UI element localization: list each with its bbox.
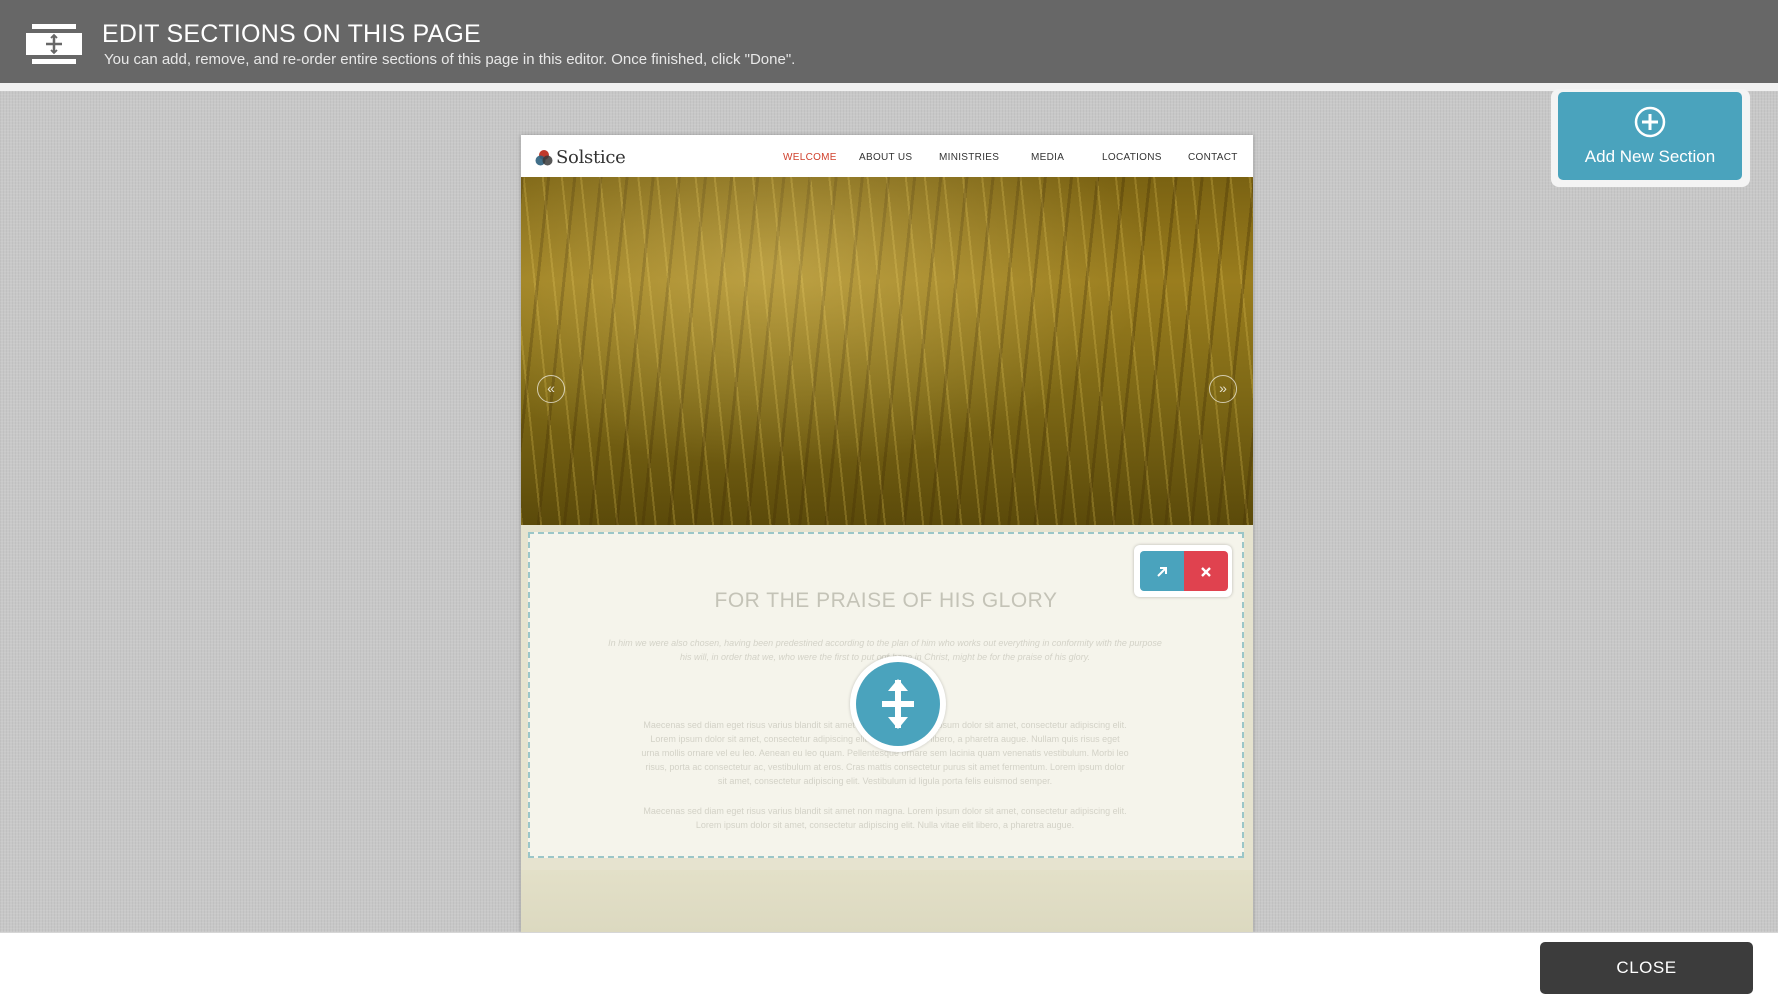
add-new-section-button[interactable]: Add New Section — [1558, 92, 1742, 180]
preview-nav-welcome: WELCOME — [783, 152, 837, 163]
section-paragraph-line: Lorem ipsum dolor sit amet, consectetur … — [695, 820, 1075, 830]
drag-handle-inner — [856, 662, 940, 746]
drag-section-handle[interactable] — [850, 656, 946, 752]
section-paragraph-line: risus, porta ac consectetur ac, vestibul… — [645, 762, 1125, 772]
move-arrows-icon — [882, 679, 914, 729]
logo-text: Solstice — [556, 147, 626, 168]
editor-footer: CLOSE — [0, 932, 1778, 1000]
header-divider — [0, 83, 1778, 91]
preview-navbar: Solstice WELCOME ABOUT US MINISTRIES MED… — [521, 135, 1253, 177]
section-paragraph-line: sit amet, consectetur adipiscing elit. V… — [717, 776, 1053, 786]
section-paragraph-line: Maecenas sed diam eget risus varius blan… — [643, 806, 1127, 816]
preview-nav-media: MEDIA — [1031, 152, 1065, 163]
page-subtitle: You can add, remove, and re-order entire… — [104, 51, 796, 68]
page-preview: Solstice WELCOME ABOUT US MINISTRIES MED… — [521, 135, 1253, 932]
open-section-button[interactable] — [1140, 551, 1184, 591]
solstice-logo-icon — [535, 149, 553, 165]
close-button[interactable]: CLOSE — [1540, 942, 1753, 994]
preview-logo: Solstice — [535, 147, 626, 168]
preview-nav-ministries: MINISTRIES — [939, 152, 1000, 163]
hero-prev-icon: « — [537, 375, 565, 403]
preview-nav-locations: LOCATIONS — [1102, 152, 1162, 163]
delete-section-button[interactable] — [1184, 551, 1228, 591]
section-tools — [1134, 545, 1232, 597]
editable-section[interactable]: FOR THE PRAISE OF HIS GLORY In him we we… — [528, 532, 1244, 858]
close-icon — [1201, 566, 1211, 577]
preview-nav-contact: CONTACT — [1188, 152, 1238, 163]
arrow-up-right-icon — [1157, 566, 1167, 577]
hero-next-icon: » — [1209, 375, 1237, 403]
preview-nav-about-us: ABOUT US — [859, 152, 913, 163]
next-section-preview[interactable] — [521, 870, 1253, 932]
editor-header: EDIT SECTIONS ON THIS PAGE You can add, … — [0, 0, 1778, 83]
hero-image: « » — [521, 177, 1253, 525]
plus-circle-icon — [1634, 106, 1666, 138]
page-title: EDIT SECTIONS ON THIS PAGE — [102, 20, 481, 48]
sections-icon — [26, 24, 82, 64]
add-new-section-label: Add New Section — [1584, 147, 1716, 166]
